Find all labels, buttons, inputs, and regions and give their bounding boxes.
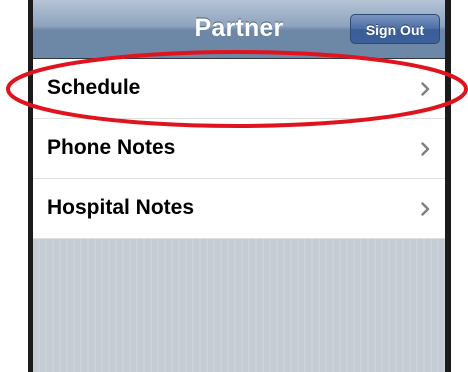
- chevron-right-icon: [421, 82, 430, 96]
- device-bezel-right: [445, 0, 451, 372]
- list-item-phone-notes[interactable]: Phone Notes: [33, 119, 445, 179]
- list-item-label: Schedule: [47, 76, 141, 99]
- list-item-schedule[interactable]: Schedule: [33, 59, 445, 119]
- chevron-right-icon: [421, 142, 430, 156]
- menu-list: Schedule Phone Notes Hospital Notes: [33, 59, 445, 239]
- empty-list-background: [33, 239, 445, 372]
- app-screen: Partner Sign Out Schedule Phone Notes Ho…: [33, 0, 445, 372]
- chevron-right-icon: [421, 202, 430, 216]
- list-item-hospital-notes[interactable]: Hospital Notes: [33, 179, 445, 239]
- list-item-label: Phone Notes: [47, 136, 176, 159]
- sign-out-button[interactable]: Sign Out: [350, 14, 440, 44]
- navigation-bar: Partner Sign Out: [33, 0, 445, 59]
- screenshot: Partner Sign Out Schedule Phone Notes Ho…: [0, 0, 468, 372]
- list-item-label: Hospital Notes: [47, 196, 195, 219]
